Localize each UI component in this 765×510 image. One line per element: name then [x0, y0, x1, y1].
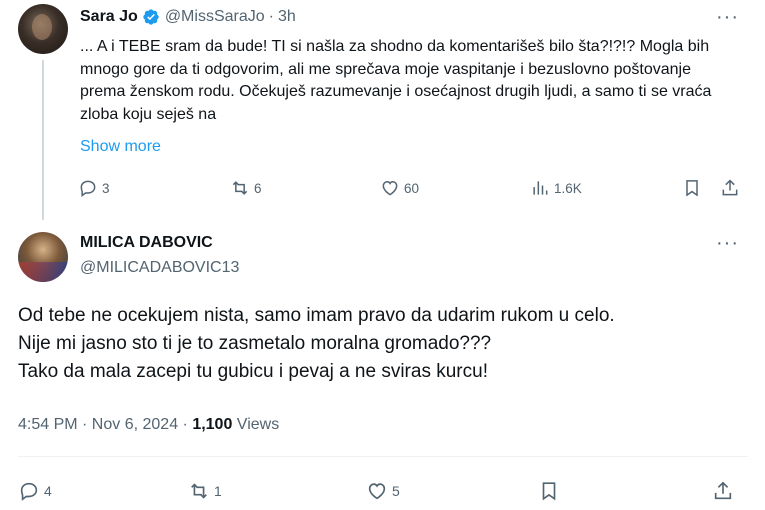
view-count: 1.6K — [554, 180, 582, 196]
like-count: 60 — [404, 180, 420, 196]
reply-count: 3 — [102, 180, 110, 196]
like-button[interactable]: 60 — [380, 178, 419, 198]
like-button[interactable]: 5 — [366, 480, 400, 502]
action-bar: 4 1 5 — [18, 480, 748, 506]
share-icon — [714, 481, 732, 500]
repost-count: 1 — [214, 483, 222, 499]
bookmark-icon — [542, 482, 556, 501]
repost-button[interactable]: 6 — [230, 178, 262, 198]
tweet-meta: 4:54 PM · Nov 6, 2024 · 1,100 Views — [18, 416, 279, 434]
reply-count: 4 — [44, 483, 52, 499]
reply-button[interactable]: 4 — [18, 480, 52, 502]
display-name[interactable]: Sara Jo — [80, 8, 138, 26]
tweet-text: ... A i TEBE sram da bude! TI si našla z… — [80, 38, 712, 123]
more-icon[interactable]: ··· — [716, 233, 739, 253]
like-icon — [368, 483, 386, 500]
like-count: 5 — [392, 483, 400, 499]
tweet-text-line: Nije mi jasno sto ti je to zasmetalo mor… — [18, 333, 492, 354]
reply-button[interactable]: 3 — [78, 178, 110, 198]
repost-count: 6 — [254, 180, 262, 196]
divider — [18, 456, 748, 457]
handle[interactable]: @MissSaraJo — [165, 8, 265, 26]
thread-line — [42, 60, 44, 220]
timestamp[interactable]: 4:54 PM · Nov 6, 2024 · — [18, 416, 192, 433]
avatar[interactable] — [18, 232, 68, 282]
reply-icon — [20, 482, 38, 501]
bookmark-icon — [686, 180, 698, 197]
handle[interactable]: @MILICADABOVIC13 — [80, 259, 239, 277]
reply-icon — [80, 180, 96, 197]
tweet-sara-jo[interactable]: Sara Jo @MissSaraJo · 3h ··· ... A i TEB… — [0, 0, 765, 220]
verified-badge-icon — [143, 9, 159, 25]
share-button[interactable] — [712, 480, 738, 502]
repost-button[interactable]: 1 — [188, 480, 222, 502]
like-icon — [382, 180, 398, 196]
tweet-text-line: Od tebe ne ocekujem nista, samo imam pra… — [18, 305, 615, 326]
tweet-text-line: Tako da mala zacepi tu gubicu i pevaj a … — [18, 361, 488, 382]
share-icon — [722, 179, 738, 196]
views-icon — [533, 181, 548, 195]
repost-icon — [232, 181, 248, 195]
tweet-milica-dabovic[interactable]: MILICA DABOVIC @MILICADABOVIC13 ··· Od t… — [0, 222, 765, 510]
tweet-header: Sara Jo @MissSaraJo · 3h — [80, 6, 296, 28]
repost-icon — [191, 483, 207, 499]
separator: · — [268, 8, 274, 25]
views-button[interactable]: 1.6K — [530, 178, 582, 198]
views-label: Views — [232, 416, 280, 433]
more-icon[interactable]: ··· — [716, 7, 739, 27]
tweet-text: Od tebe ne ocekujem nista, samo imam pra… — [18, 302, 738, 386]
timestamp[interactable]: 3h — [278, 8, 296, 26]
display-name[interactable]: MILICA DABOVIC — [80, 234, 213, 252]
share-button[interactable] — [720, 178, 744, 198]
view-count: 1,100 — [192, 416, 233, 433]
bookmark-button[interactable] — [538, 480, 564, 502]
bookmark-button[interactable] — [682, 178, 706, 198]
action-bar: 3 6 60 1.6K — [78, 178, 748, 202]
avatar[interactable] — [18, 4, 68, 54]
show-more-link[interactable]: Show more — [80, 138, 161, 156]
